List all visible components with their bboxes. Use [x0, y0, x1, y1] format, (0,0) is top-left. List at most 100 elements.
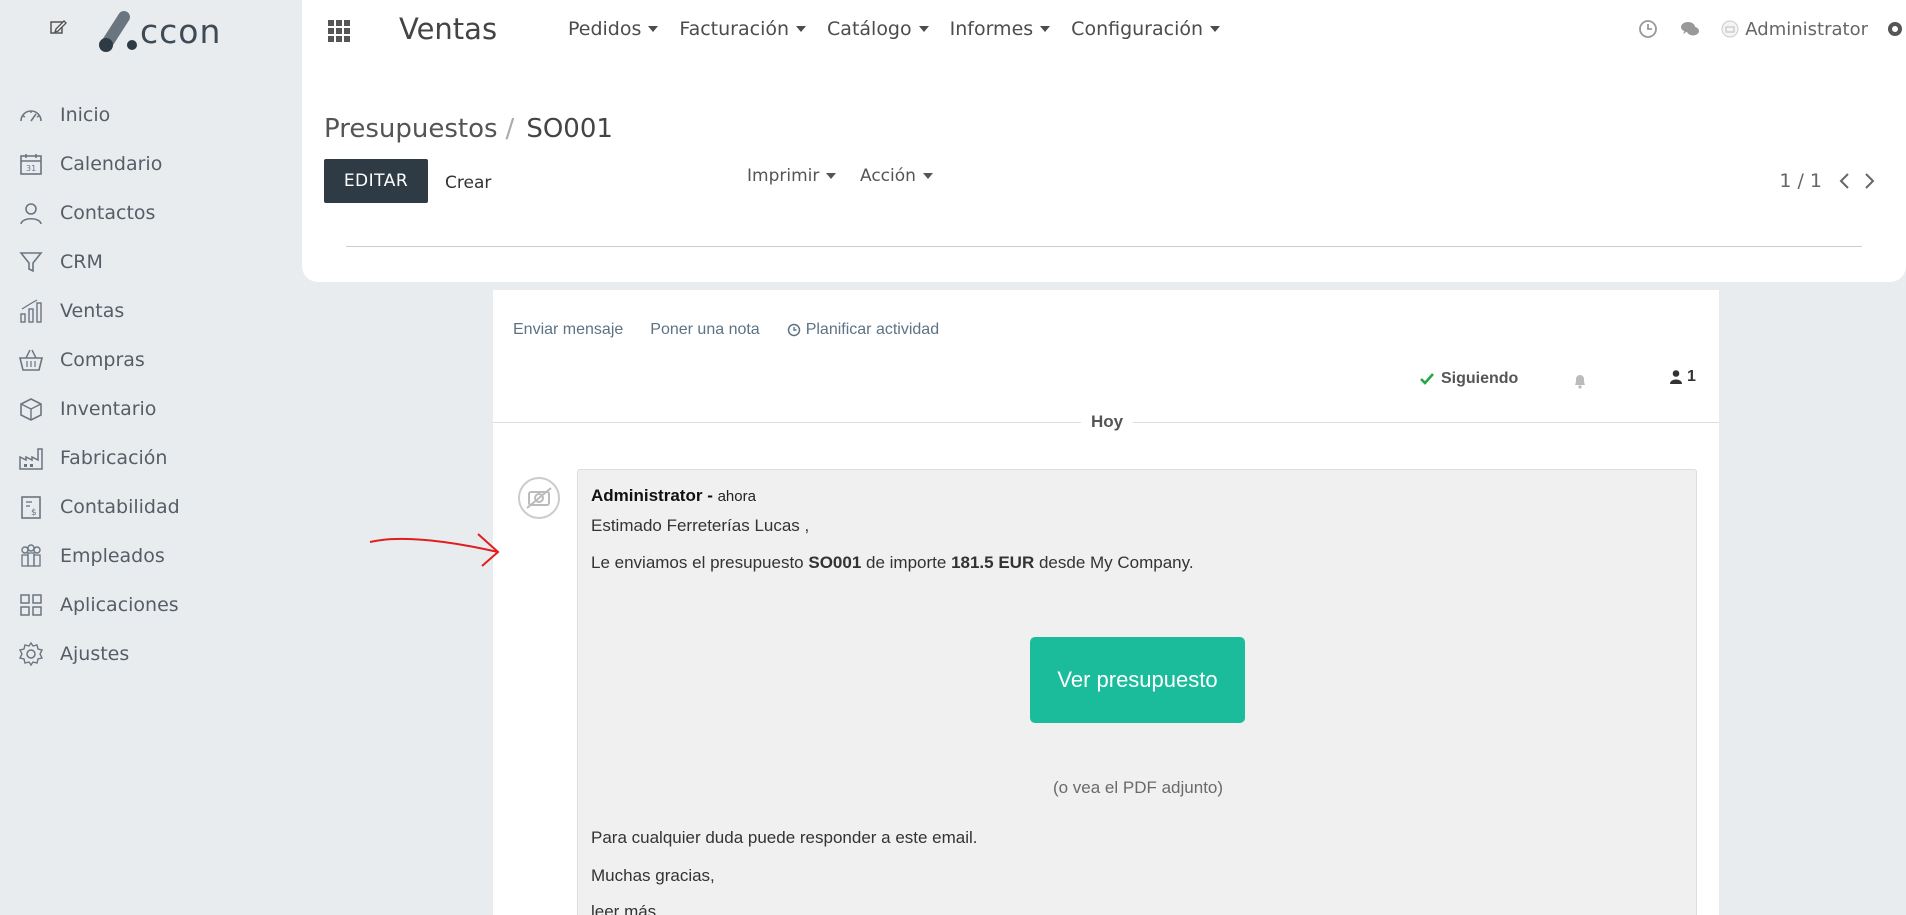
chevron-left-icon[interactable] — [1836, 171, 1854, 191]
thanks-line: Muchas gracias, — [591, 866, 715, 885]
check-icon — [1420, 373, 1434, 385]
clock-icon[interactable] — [1637, 18, 1659, 40]
pager: 1 / 1 — [1779, 170, 1878, 192]
create-button[interactable]: Crear — [445, 173, 491, 193]
caret-down-icon — [1210, 26, 1221, 32]
control-panel: Presupuestos / SO001 EDITAR Crear Imprim… — [302, 62, 1906, 282]
reply-note: Para cualquier duda puede responder a es… — [591, 828, 978, 847]
gear-icon — [18, 641, 44, 666]
sidebar-item-inventario[interactable]: Inventario — [0, 384, 302, 433]
speedometer-icon — [20, 109, 42, 121]
sidebar-item-label: Calendario — [60, 152, 163, 175]
sidebar-item-label: Inicio — [60, 103, 111, 126]
comments-icon[interactable] — [1679, 18, 1701, 40]
sidebar-item-compras[interactable]: Compras — [0, 335, 302, 384]
body-prefix: Le enviamos el presupuesto — [591, 553, 809, 572]
filter-icon — [19, 251, 43, 272]
sidebar-item-label: Compras — [60, 348, 145, 371]
sidebar-item-empleados[interactable]: Empleados — [0, 531, 302, 580]
author-avatar[interactable] — [517, 476, 561, 520]
menu-informes[interactable]: Informes — [950, 18, 1051, 40]
caret-down-icon — [826, 173, 837, 179]
chevron-right-icon[interactable] — [1860, 171, 1878, 191]
menu-pedidos[interactable]: Pedidos — [568, 18, 659, 40]
caret-down-icon — [1040, 26, 1051, 32]
message-date: ahora — [717, 488, 756, 505]
action-label: Acción — [860, 166, 916, 186]
app-title: Ventas — [399, 12, 498, 46]
sidebar-header: ccon — [0, 0, 302, 60]
view-quotation-button[interactable]: Ver presupuesto — [1030, 637, 1245, 723]
chatter-message: Administrator - ahora Estimado Ferreterí… — [577, 469, 1697, 915]
followers-row: Siguiendo 1 — [493, 366, 1719, 396]
sidebar-item-aplicaciones[interactable]: Aplicaciones — [0, 580, 302, 629]
print-dropdown[interactable]: Imprimir — [747, 166, 837, 186]
body-suffix: desde My Company. — [1034, 553, 1194, 572]
user-avatar-icon[interactable] — [1721, 20, 1739, 38]
app-logo[interactable]: ccon — [94, 6, 221, 56]
message-author[interactable]: Administrator — [591, 486, 702, 505]
quote-amount: 181.5 EUR — [951, 553, 1035, 572]
caret-down-icon — [918, 26, 929, 32]
log-note-button[interactable]: Poner una nota — [650, 321, 759, 339]
bell-icon[interactable] — [1571, 372, 1589, 390]
message-dash: - — [702, 486, 718, 505]
chatter-topbar: Enviar mensaje Poner una nota Planificar… — [513, 321, 966, 339]
breadcrumb-parent[interactable]: Presupuestos — [324, 114, 498, 144]
top-menu: Pedidos Facturación Catálogo Informes Co… — [568, 18, 1241, 40]
follow-button[interactable]: Siguiendo — [1419, 370, 1518, 388]
user-icon — [1670, 370, 1682, 384]
logo-mark-icon — [99, 11, 137, 52]
print-label: Imprimir — [747, 166, 820, 186]
send-message-button[interactable]: Enviar mensaje — [513, 321, 623, 339]
breadcrumb-separator: / — [505, 114, 515, 144]
menu-label: Catálogo — [827, 18, 912, 40]
systray: Administrator — [1637, 14, 1906, 44]
menu-catalogo[interactable]: Catálogo — [827, 18, 929, 40]
menu-configuracion[interactable]: Configuración — [1071, 18, 1221, 40]
schedule-activity-button[interactable]: Planificar actividad — [787, 321, 939, 339]
message-greeting: Estimado Ferreterías Lucas , — [591, 516, 810, 535]
sidebar-item-fabricacion[interactable]: Fabricación — [0, 433, 302, 482]
sidebar-item-inicio[interactable]: Inicio — [0, 90, 302, 139]
grid-icon — [20, 593, 42, 616]
calendar-icon: 31 — [20, 153, 42, 175]
quote-reference: SO001 — [808, 553, 862, 572]
clock-icon — [787, 323, 800, 337]
followers-button[interactable]: 1 — [1669, 368, 1696, 386]
apps-menu-icon[interactable] — [326, 18, 352, 44]
sidebar-item-label: Fabricación — [60, 446, 168, 469]
svg-text:$: $ — [31, 508, 37, 518]
sidebar-item-calendario[interactable]: 31 Calendario — [0, 139, 302, 188]
breadcrumb-current: SO001 — [526, 114, 613, 144]
body-mid: de importe — [861, 553, 952, 572]
edit-button[interactable]: EDITAR — [324, 159, 428, 203]
box-icon — [20, 397, 42, 421]
schedule-activity-label: Planificar actividad — [805, 321, 940, 338]
settings-gear-icon[interactable] — [1884, 18, 1906, 40]
sidebar-item-contactos[interactable]: Contactos — [0, 188, 302, 237]
menu-label: Pedidos — [568, 18, 642, 40]
sidebar-item-crm[interactable]: CRM — [0, 237, 302, 286]
pdf-note: (o vea el PDF adjunto) — [1052, 778, 1224, 797]
sidebar-item-label: Contactos — [60, 201, 156, 224]
sidebar-item-contabilidad[interactable]: $ Contabilidad — [0, 482, 302, 531]
edit-icon[interactable] — [48, 17, 68, 37]
annotation-arrow-icon — [369, 533, 500, 567]
user-menu[interactable]: Administrator — [1745, 19, 1868, 40]
sidebar-item-label: Ventas — [60, 299, 125, 322]
logo-text: ccon — [140, 11, 222, 51]
menu-label: Facturación — [679, 18, 790, 40]
sidebar-item-ajustes[interactable]: Ajustes — [0, 629, 302, 678]
breadcrumb: Presupuestos / SO001 — [324, 114, 613, 144]
menu-facturacion[interactable]: Facturación — [679, 18, 807, 40]
menu-label: Informes — [949, 18, 1034, 40]
sidebar-item-ventas[interactable]: Ventas — [0, 286, 302, 335]
action-dropdown[interactable]: Acción — [860, 166, 933, 186]
top-navbar: Ventas Pedidos Facturación Catálogo Info… — [302, 0, 1906, 62]
caret-down-icon — [922, 173, 933, 179]
followers-count: 1 — [1687, 368, 1696, 385]
read-more-link[interactable]: leer más — [591, 902, 656, 915]
message-header: Administrator - ahora — [591, 486, 756, 506]
basket-icon — [18, 349, 44, 371]
